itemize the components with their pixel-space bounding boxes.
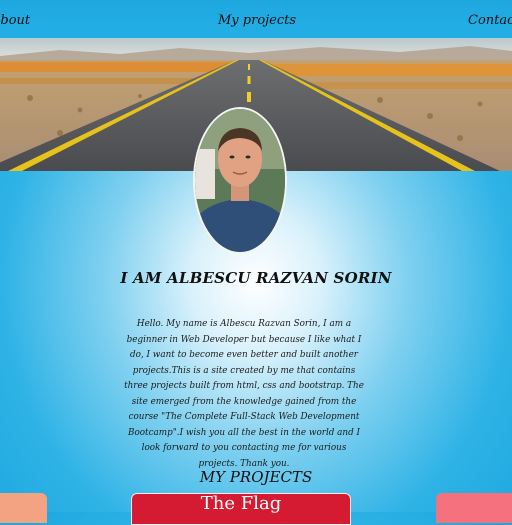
bio-paragraph: Hello. My name is Albescu Razvan Sorin, …	[124, 319, 364, 469]
nav-link-my-projects[interactable]: My projects	[218, 13, 296, 28]
project-card-3[interactable]	[436, 493, 512, 523]
nav-link-contact[interactable]: Contact	[468, 13, 512, 28]
profile-avatar	[193, 107, 287, 254]
profile-photo	[195, 109, 285, 252]
project-card-title: The Flag	[200, 493, 282, 514]
page-title: I AM ALBESCU RAZVAN SORIN	[120, 269, 392, 287]
project-card-the-flag[interactable]: The Flag	[131, 493, 351, 525]
nav-link-about[interactable]: About	[0, 13, 30, 28]
projects-heading: MY PROJECTS	[199, 468, 313, 486]
project-card-1[interactable]	[0, 493, 47, 523]
top-navbar: About My projects Contact	[0, 0, 512, 38]
